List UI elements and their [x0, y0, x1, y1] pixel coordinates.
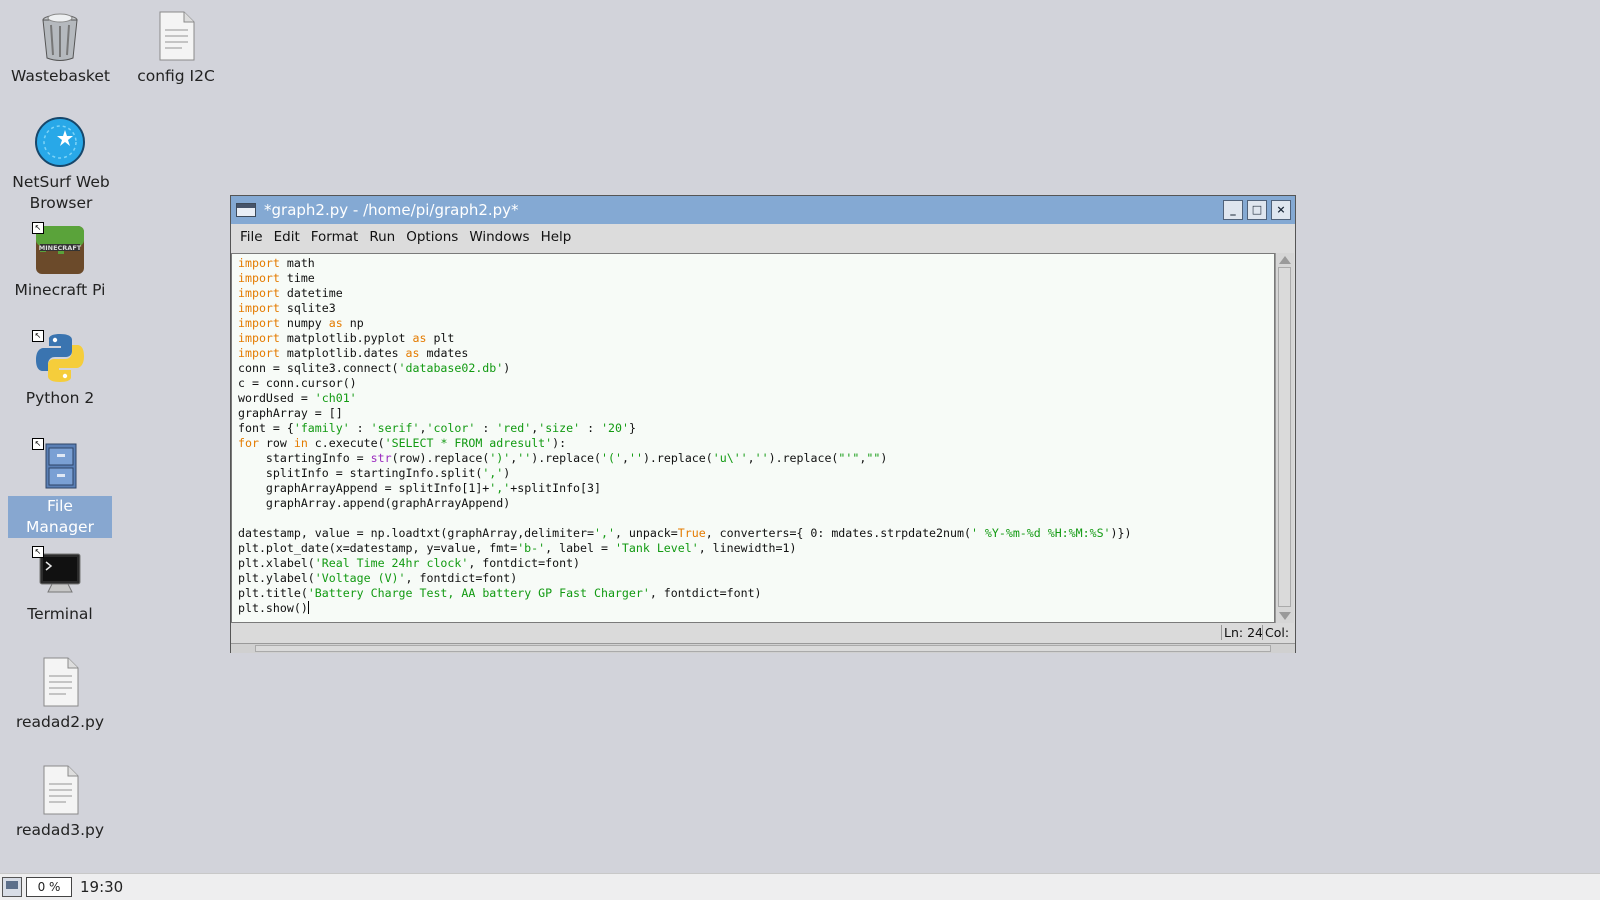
icon-label: Minecraft Pi [14, 281, 106, 299]
idle-editor-window[interactable]: *graph2.py - /home/pi/graph2.py* _ □ × F… [230, 195, 1296, 655]
menu-help[interactable]: Help [536, 229, 577, 245]
desktop-icon-minecraft[interactable]: MINECRAFT ↖ Minecraft Pi [8, 222, 112, 301]
status-bar: Ln: 24 Col: 10 [231, 623, 1295, 655]
line-number-status: Ln: 24 [1221, 625, 1265, 640]
desktop-icon-config-i2c[interactable]: config I2C [124, 8, 228, 87]
icon-label: Python 2 [25, 389, 95, 407]
desktop-icon-readad2[interactable]: readad2.py [8, 654, 112, 733]
text-cursor [307, 601, 309, 614]
shortcut-arrow-icon: ↖ [32, 330, 44, 342]
window-app-icon [236, 203, 256, 217]
icon-label: readad3.py [15, 821, 105, 839]
close-button[interactable]: × [1271, 200, 1291, 220]
clock[interactable]: 19:30 [80, 878, 123, 896]
menu-file[interactable]: File [235, 229, 268, 245]
menu-options[interactable]: Options [401, 229, 463, 245]
icon-label: NetSurf Web Browser [12, 173, 110, 212]
document-icon [32, 654, 88, 710]
desktop-icon-terminal[interactable]: ↖ Terminal [8, 546, 112, 625]
menu-bar: File Edit Format Run Options Windows Hel… [231, 224, 1295, 250]
terminal-icon: ↖ [32, 546, 88, 602]
taskbar: 0 % 19:30 [0, 873, 1600, 900]
shortcut-arrow-icon: ↖ [32, 438, 44, 450]
menu-run[interactable]: Run [364, 229, 400, 245]
icon-label: config I2C [137, 67, 215, 85]
icon-label: File Manager [8, 496, 112, 538]
shortcut-arrow-icon: ↖ [32, 222, 44, 234]
desktop-icon-netsurf[interactable]: NetSurf Web Browser [8, 114, 112, 214]
minecraft-icon: MINECRAFT ↖ [32, 222, 88, 278]
menu-edit[interactable]: Edit [269, 229, 305, 245]
scroll-up-arrow-icon[interactable] [1279, 256, 1291, 264]
desktop-icon-python2[interactable]: ↖ Python 2 [8, 330, 112, 409]
trash-icon [32, 8, 88, 64]
scroll-down-arrow-icon[interactable] [1279, 612, 1291, 620]
window-titlebar[interactable]: *graph2.py - /home/pi/graph2.py* _ □ × [231, 196, 1295, 224]
icon-label: Terminal [27, 605, 93, 623]
shortcut-arrow-icon: ↖ [32, 546, 44, 558]
python-icon: ↖ [32, 330, 88, 386]
document-icon [32, 762, 88, 818]
menu-format[interactable]: Format [306, 229, 364, 245]
document-icon [148, 8, 204, 64]
minimize-button[interactable]: _ [1223, 200, 1243, 220]
file-cabinet-icon: ↖ [32, 438, 88, 494]
icon-label: Wastebasket [11, 67, 110, 85]
scroll-thumb[interactable] [1278, 267, 1291, 607]
icon-label: readad2.py [15, 713, 105, 731]
menu-windows[interactable]: Windows [464, 229, 534, 245]
horizontal-scrollbar[interactable] [231, 643, 1295, 653]
window-title: *graph2.py - /home/pi/graph2.py* [264, 201, 519, 219]
cpu-usage-monitor[interactable]: 0 % [26, 877, 72, 897]
code-text[interactable]: import math import time import datetime … [232, 254, 1274, 616]
horizontal-scroll-thumb[interactable] [255, 645, 1271, 652]
column-number-status: Col: 10 [1262, 625, 1295, 655]
desktop-icon-file-manager[interactable]: ↖ File Manager [8, 438, 112, 538]
desktop-icon-wastebasket[interactable]: Wastebasket [8, 8, 112, 87]
maximize-button[interactable]: □ [1247, 200, 1267, 220]
globe-icon [32, 114, 88, 170]
svg-text:MINECRAFT: MINECRAFT [39, 244, 82, 252]
desktop-icon-readad3[interactable]: readad3.py [8, 762, 112, 841]
start-menu-icon[interactable] [2, 877, 22, 897]
vertical-scrollbar[interactable] [1275, 253, 1294, 623]
code-editor[interactable]: import math import time import datetime … [231, 253, 1275, 623]
